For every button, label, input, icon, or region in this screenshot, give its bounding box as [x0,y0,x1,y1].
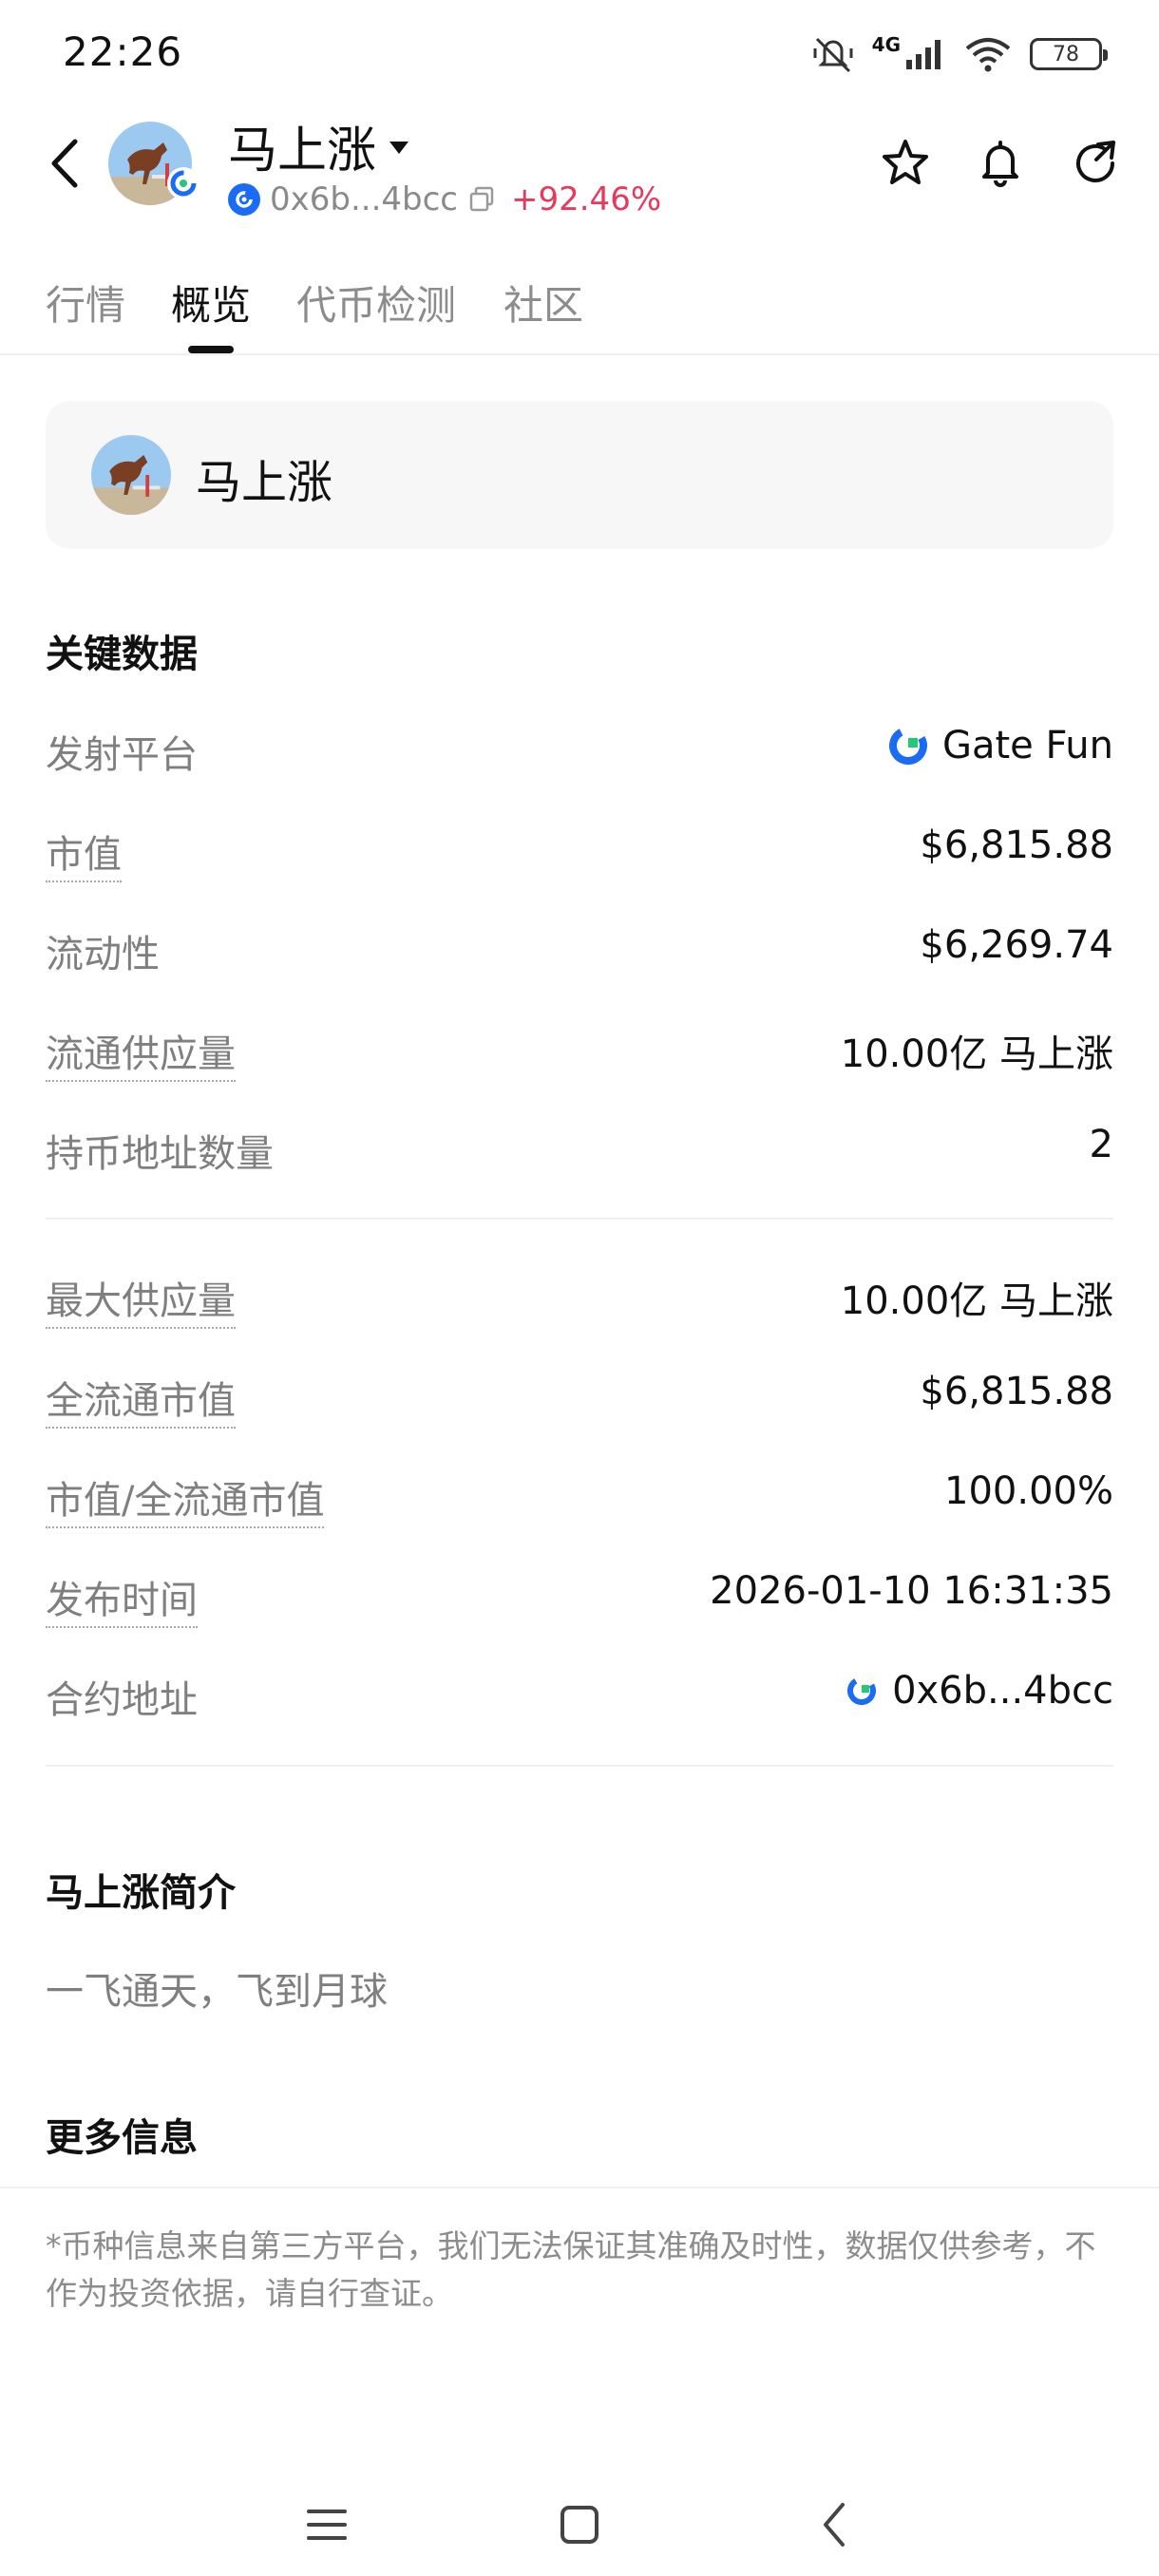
section-divider [0,2187,1159,2188]
header-actions [880,137,1121,188]
intro-text: 一飞通天，飞到月球 [46,1970,388,2014]
fdv-value: $6,815.88 [920,1370,1113,1413]
market-cap-value: $6,815.88 [920,824,1113,867]
share-icon [1076,141,1115,182]
tab-community[interactable]: 社区 [504,274,583,331]
bell-icon [982,141,1018,187]
row-contract: 合约地址 0x6b...4bcc [46,1663,1113,1722]
key-data-title: 关键数据 [46,633,198,676]
active-tab-indicator [188,346,234,353]
tab-overview[interactable]: 概览 [171,274,251,331]
mute-vibrate-icon [813,37,853,73]
launch-platform-text: Gate Fun [941,724,1113,767]
back-button[interactable] [42,133,87,194]
row-release-time: 发布时间 2026-01-10 16:31:35 [46,1563,1113,1628]
back-icon [51,139,78,188]
card-token-name: 马上涨 [196,456,333,509]
network-label: 4G [871,33,901,56]
copy-icon[interactable] [467,185,496,214]
contract-short: 0x6b...4bcc [270,180,458,218]
max-supply-value: 10.00亿 马上涨 [840,1279,1113,1323]
token-subtitle: 0x6b...4bcc +92.46% [228,180,661,218]
row-circulating-supply: 流通供应量 10.00亿 马上涨 [46,1017,1113,1082]
tab-bar: 行情 概览 代币检测 社区 [0,256,1159,355]
mc-fdv-ratio-value: 100.00% [944,1469,1113,1513]
chain-badge-icon [167,167,200,199]
status-bar: 22:26 4G 78 [0,0,1159,110]
circulating-supply-label[interactable]: 流通供应量 [46,1023,236,1082]
signal-icon [906,40,940,69]
section-divider [46,1765,1113,1767]
launch-platform-value[interactable]: Gate Fun [887,724,1113,767]
row-market-cap: 市值 $6,815.88 [46,818,1113,882]
favorite-button[interactable] [880,137,931,188]
circulating-supply-value: 10.00亿 马上涨 [840,1032,1113,1076]
release-time-label[interactable]: 发布时间 [46,1569,198,1628]
section-divider [46,1218,1113,1220]
contract-value[interactable]: 0x6b...4bcc [845,1669,1113,1713]
row-max-supply: 最大供应量 10.00亿 马上涨 [46,1264,1113,1329]
chain-icon [228,183,260,216]
market-cap-label[interactable]: 市值 [46,824,122,882]
home-icon [560,2506,598,2544]
status-time: 22:26 [63,28,183,75]
dropdown-caret-icon [390,142,409,154]
token-header: 马上涨 0x6b...4bcc +92.46% [0,110,1159,218]
battery-indicator: 78 [1030,38,1108,70]
row-launch-platform: 发射平台 Gate Fun [46,718,1113,777]
system-nav-bar [0,2470,1159,2576]
liquidity-value: $6,269.74 [920,923,1113,967]
disclaimer-text: *币种信息来自第三方平台，我们无法保证其准确及时性，数据仅供参考，不作为投资依据… [46,2227,1096,2312]
price-change: +92.46% [511,180,662,218]
battery-level: 78 [1053,42,1079,66]
liquidity-label: 流动性 [46,933,160,976]
release-time-value: 2026-01-10 16:31:35 [710,1569,1113,1613]
row-holders: 持币地址数量 2 [46,1117,1113,1176]
holders-label: 持币地址数量 [46,1132,274,1176]
share-button[interactable] [1070,137,1121,188]
back-nav-icon [824,2503,845,2547]
wifi-icon [965,38,1011,72]
row-mc-fdv-ratio: 市值/全流通市值 100.00% [46,1464,1113,1528]
contract-text: 0x6b...4bcc [892,1669,1113,1713]
fdv-label[interactable]: 全流通市值 [46,1370,236,1429]
mc-fdv-ratio-label[interactable]: 市值/全流通市值 [46,1469,325,1528]
launch-platform-label: 发射平台 [46,733,198,777]
more-info-title: 更多信息 [46,2116,198,2160]
intro-title: 马上涨简介 [46,1871,236,1915]
star-icon [883,140,928,184]
alert-button[interactable] [975,137,1026,188]
row-liquidity: 流动性 $6,269.74 [46,918,1113,976]
row-fdv: 全流通市值 $6,815.88 [46,1364,1113,1429]
max-supply-label[interactable]: 最大供应量 [46,1270,236,1329]
menu-icon [307,2510,347,2540]
token-card: 马上涨 [46,401,1113,549]
home-button[interactable] [551,2496,608,2553]
chain-icon [847,1676,877,1705]
tab-token-check[interactable]: 代币检测 [296,274,456,331]
token-name: 马上涨 [228,123,377,180]
tab-market[interactable]: 行情 [46,274,125,331]
token-avatar [91,435,171,515]
status-icons: 4G 78 [811,32,1108,76]
back-nav-button[interactable] [806,2496,863,2553]
recent-apps-button[interactable] [298,2496,355,2553]
holders-value: 2 [1089,1123,1113,1166]
token-title[interactable]: 马上涨 [228,110,409,181]
gate-fun-icon [888,727,927,765]
contract-label: 合约地址 [46,1678,198,1722]
